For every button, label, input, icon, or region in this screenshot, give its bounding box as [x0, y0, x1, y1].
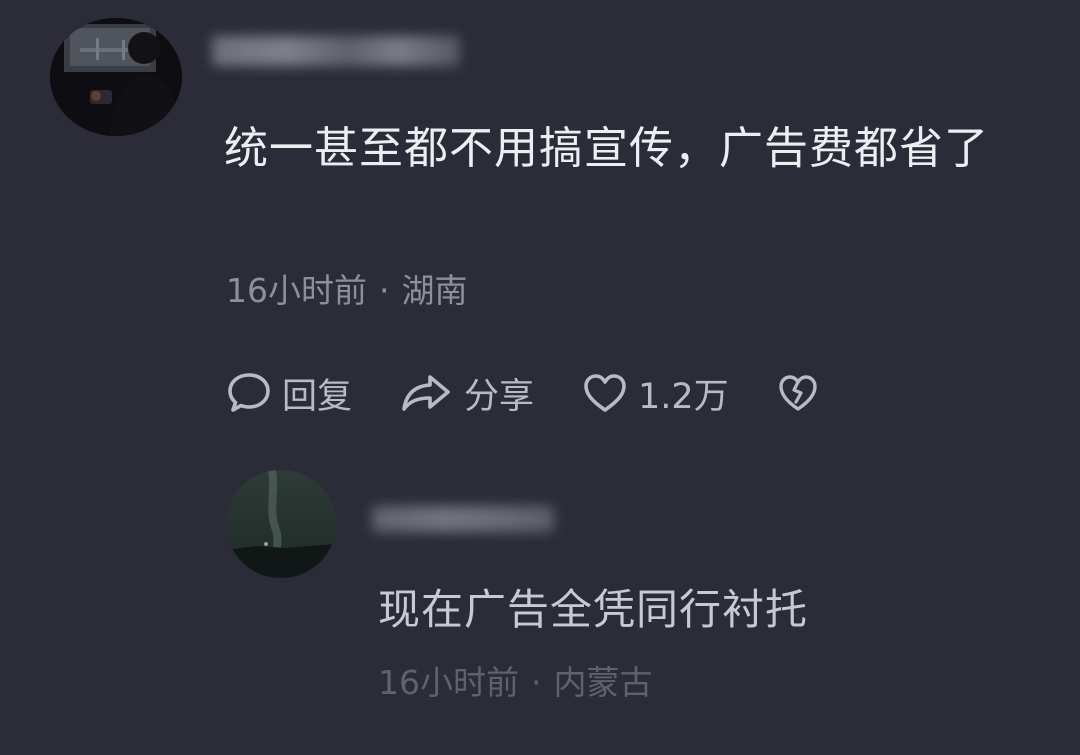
- share-button[interactable]: 分享: [400, 368, 534, 419]
- like-button[interactable]: 1.2万: [582, 368, 729, 419]
- comment-location: 湖南: [401, 271, 468, 310]
- dislike-button[interactable]: [777, 373, 819, 413]
- comment-text: 统一甚至都不用搞宣传，广告费都省了: [224, 123, 989, 174]
- avatar-photo: [50, 18, 182, 136]
- reply-avatar-photo: [226, 470, 336, 578]
- reply-time: 16小时前: [378, 663, 519, 702]
- reply-location: 内蒙古: [553, 663, 653, 702]
- reply-label: 回复: [282, 376, 353, 417]
- reply-meta-separator: ·: [531, 663, 542, 702]
- share-arrow-icon: [402, 375, 450, 411]
- meta-separator: ·: [379, 271, 390, 310]
- like-count: 1.2万: [638, 376, 729, 417]
- comment-thread: 统一甚至都不用搞宣传，广告费都省了 16小时前 · 湖南 回复 分享 1.2万: [0, 0, 1080, 755]
- reply-avatar[interactable]: [226, 470, 336, 578]
- avatar[interactable]: [50, 18, 182, 136]
- comment-time: 16小时前: [226, 271, 367, 310]
- broken-heart-icon: [779, 375, 817, 411]
- reply-text: 现在广告全凭同行衬托: [378, 585, 809, 634]
- comment-meta: 16小时前 · 湖南: [226, 271, 468, 311]
- comment-actions: 回复 分享 1.2万: [226, 368, 867, 419]
- reply-bubble-icon: [228, 373, 270, 412]
- heart-icon: [584, 374, 626, 412]
- reply-username-blurred[interactable]: [372, 506, 554, 532]
- username-blurred[interactable]: [212, 36, 460, 66]
- reply-meta: 16小时前 · 内蒙古: [378, 663, 653, 703]
- reply-button[interactable]: 回复: [226, 368, 352, 419]
- share-label: 分享: [464, 376, 535, 417]
